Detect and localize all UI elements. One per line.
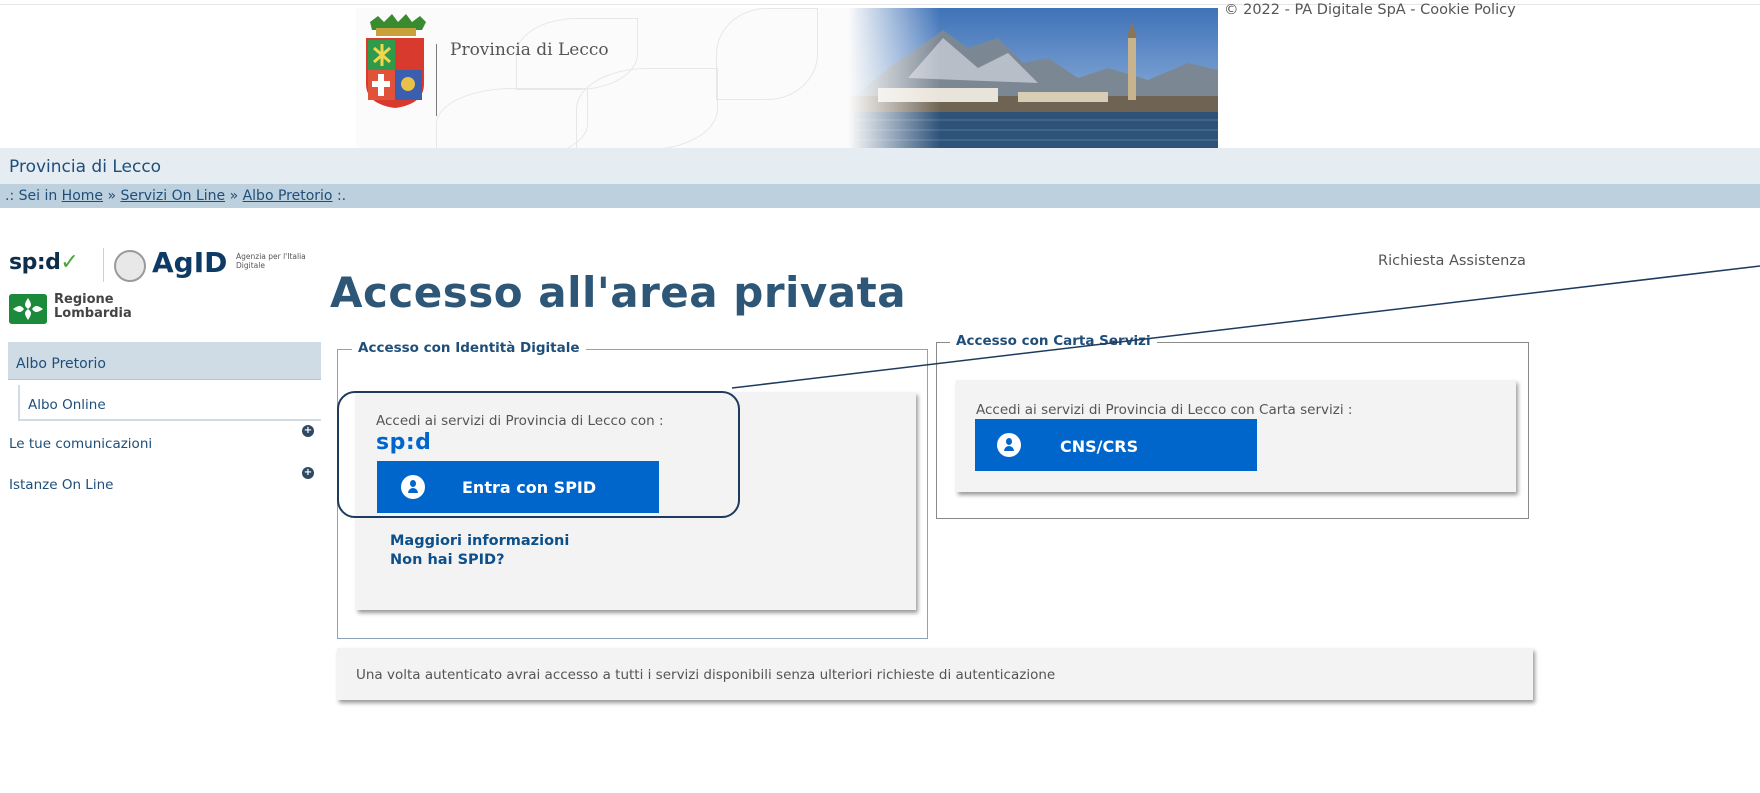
breadcrumb: .: Sei in Home » Servizi On Line » Albo … [5, 188, 346, 204]
auth-note-text: Una volta autenticato avrai accesso a tu… [356, 667, 1056, 683]
sidebar-item-label[interactable]: Albo Online [28, 397, 106, 413]
expand-plus-icon[interactable]: + [302, 467, 314, 479]
org-logo-text: Provincia di Lecco [450, 40, 609, 60]
more-info-link[interactable]: Maggiori informazioni [390, 533, 569, 549]
user-circle-icon [997, 433, 1021, 457]
breadcrumb-home[interactable]: Home [62, 188, 103, 204]
agid-logo: AgID [152, 246, 228, 279]
service-card-legend: Accesso con Carta Servizi [950, 333, 1157, 349]
breadcrumb-albo[interactable]: Albo Pretorio [243, 188, 333, 204]
page-title: Accesso all'area privata [330, 268, 907, 317]
breadcrumb-separator: » [103, 188, 121, 204]
lake-photo [848, 8, 1218, 148]
logo-separator [436, 44, 437, 116]
cns-login-label[interactable]: CNS/CRS [1060, 437, 1138, 456]
agid-emblem-icon [114, 250, 146, 282]
agid-subtitle: Agenzia per l'Italia Digitale [236, 252, 306, 270]
breadcrumb-suffix: :. [332, 188, 347, 204]
breadcrumb-servizi[interactable]: Servizi On Line [120, 188, 225, 204]
breadcrumb-separator: » [225, 188, 243, 204]
assistance-link[interactable]: Richiesta Assistenza [1378, 253, 1526, 269]
org-name: Provincia di Lecco [9, 157, 162, 177]
annotation-highlight [337, 391, 740, 518]
breadcrumb-prefix: .: Sei in [5, 188, 62, 204]
sidebar-item-istanze[interactable]: Istanze On Line [9, 477, 113, 493]
lombardia-logo-icon [9, 294, 47, 324]
org-bar [0, 148, 1760, 184]
digital-identity-legend: Accesso con Identità Digitale [352, 340, 586, 356]
sidebar-item-comunicazioni[interactable]: Le tue comunicazioni [9, 436, 152, 452]
lombardia-logo-text: Regione Lombardia [54, 292, 132, 321]
cns-intro-text: Accedi ai servizi di Provincia di Lecco … [976, 402, 1353, 418]
copyright-notice[interactable]: © 2022 - PA Digitale SpA - Cookie Policy [1224, 2, 1516, 18]
spid-logo: sp:d✓ [9, 250, 79, 275]
crest-icon [366, 14, 426, 108]
sidebar-item-label[interactable]: Albo Pretorio [16, 356, 106, 372]
expand-plus-icon[interactable]: + [302, 425, 314, 437]
no-spid-link[interactable]: Non hai SPID? [390, 552, 505, 568]
logo-divider [103, 248, 104, 282]
